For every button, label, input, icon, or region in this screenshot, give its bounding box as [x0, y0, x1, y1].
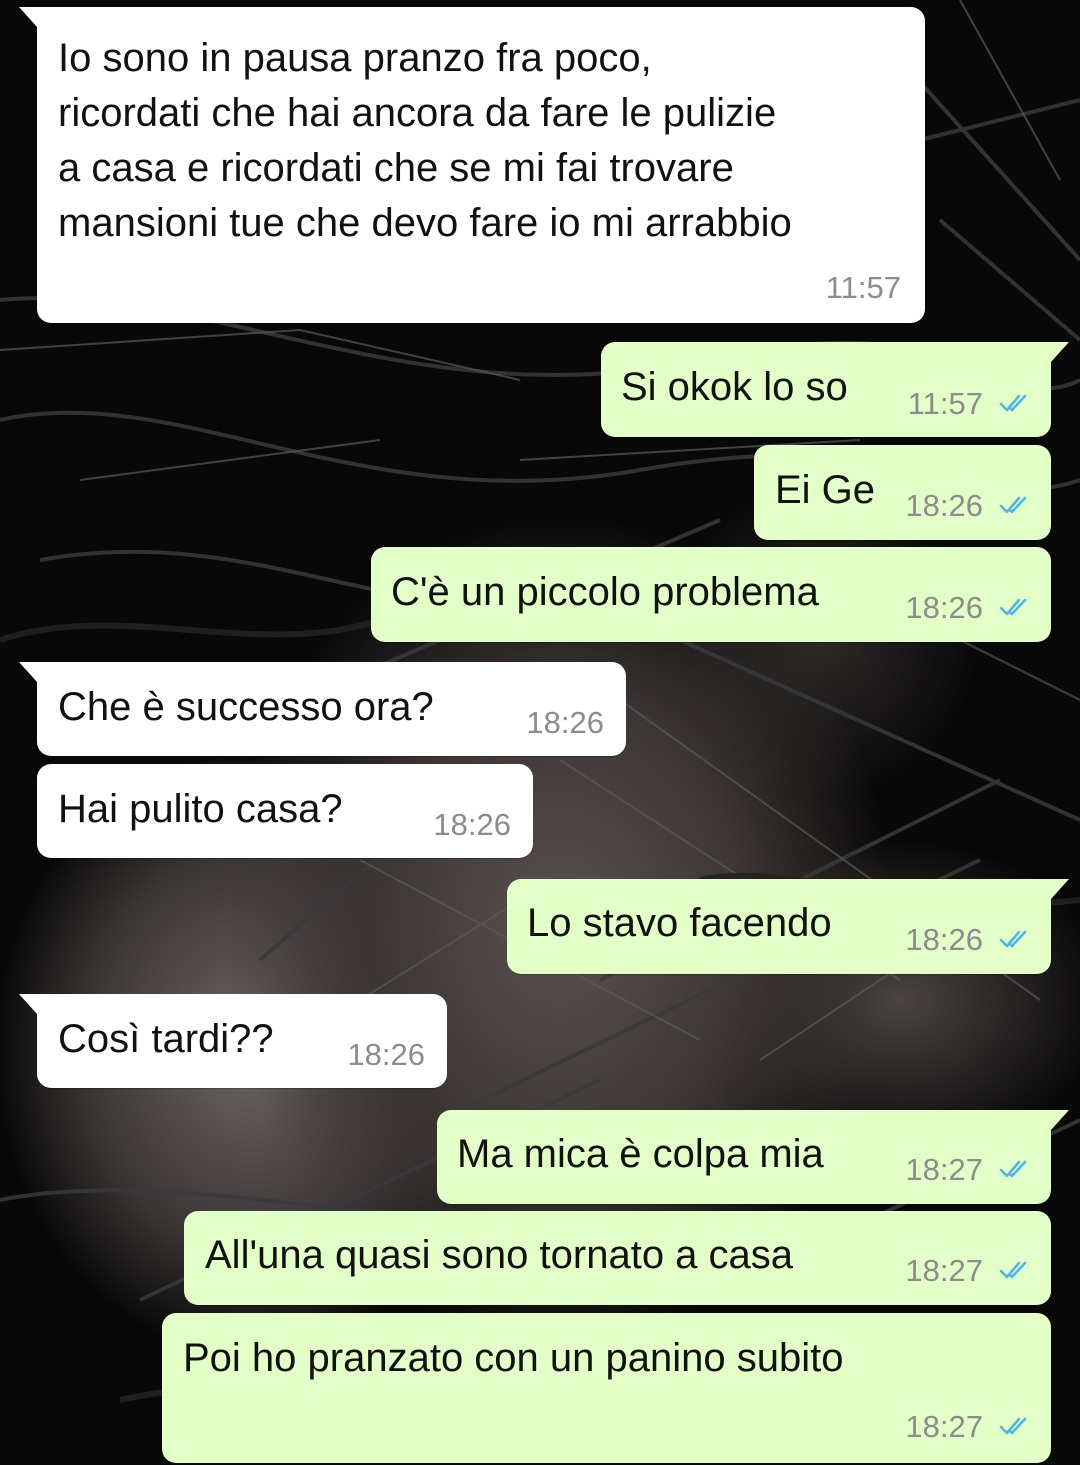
outgoing-message[interactable]: Ma mica è colpa mia 18:27: [437, 1110, 1069, 1204]
message-text: Che è successo ora?: [58, 685, 434, 729]
incoming-message[interactable]: Hai pulito casa? 18:26: [37, 764, 533, 858]
message-text: Ma mica è colpa mia: [457, 1132, 824, 1176]
outgoing-message[interactable]: All'una quasi sono tornato a casa 18:27: [184, 1211, 1051, 1305]
read-ticks-icon: [999, 496, 1027, 514]
message-timestamp: 11:57: [825, 270, 901, 305]
incoming-message[interactable]: Così tardi?? 18:26: [19, 994, 447, 1088]
message-timestamp: 18:26: [347, 1037, 425, 1072]
read-ticks-icon: [999, 598, 1027, 616]
message-timestamp: 18:26: [905, 922, 983, 957]
message-text: All'una quasi sono tornato a casa: [205, 1233, 794, 1277]
outgoing-message[interactable]: Poi ho pranzato con un panino subito 18:…: [162, 1313, 1051, 1463]
read-ticks-icon: [999, 930, 1027, 948]
message-timestamp: 18:26: [905, 488, 983, 523]
message-text: Così tardi??: [58, 1017, 274, 1061]
message-timestamp: 18:27: [905, 1152, 983, 1187]
message-text: Hai pulito casa?: [58, 787, 343, 831]
message-timestamp: 18:26: [526, 705, 604, 740]
message-text: Poi ho pranzato con un panino subito: [183, 1336, 844, 1380]
message-text: Io sono in pausa pranzo fra poco, ricord…: [58, 36, 792, 245]
read-ticks-icon: [999, 1160, 1027, 1178]
message-text: Si okok lo so: [621, 365, 848, 409]
outgoing-message[interactable]: Ei Ge 18:26: [754, 445, 1051, 540]
message-text: Ei Ge: [775, 468, 876, 512]
chat-area[interactable]: Io sono in pausa pranzo fra poco, ricord…: [0, 0, 1080, 1465]
message-timestamp: 18:26: [905, 590, 983, 625]
outgoing-message[interactable]: Si okok lo so 11:57: [601, 342, 1069, 437]
message-timestamp: 18:27: [905, 1409, 983, 1444]
message-timestamp: 18:26: [433, 807, 511, 842]
incoming-message[interactable]: Io sono in pausa pranzo fra poco, ricord…: [19, 7, 925, 323]
message-timestamp: 18:27: [905, 1253, 983, 1288]
message-text: C'è un piccolo problema: [391, 570, 819, 614]
incoming-message[interactable]: Che è successo ora? 18:26: [19, 662, 626, 756]
message-text: Lo stavo facendo: [527, 901, 832, 945]
outgoing-message[interactable]: C'è un piccolo problema 18:26: [371, 547, 1051, 642]
read-ticks-icon: [999, 1417, 1027, 1435]
outgoing-message[interactable]: Lo stavo facendo 18:26: [507, 879, 1069, 974]
read-ticks-icon: [999, 1261, 1027, 1279]
read-ticks-icon: [999, 394, 1027, 412]
message-timestamp: 11:57: [907, 386, 983, 421]
